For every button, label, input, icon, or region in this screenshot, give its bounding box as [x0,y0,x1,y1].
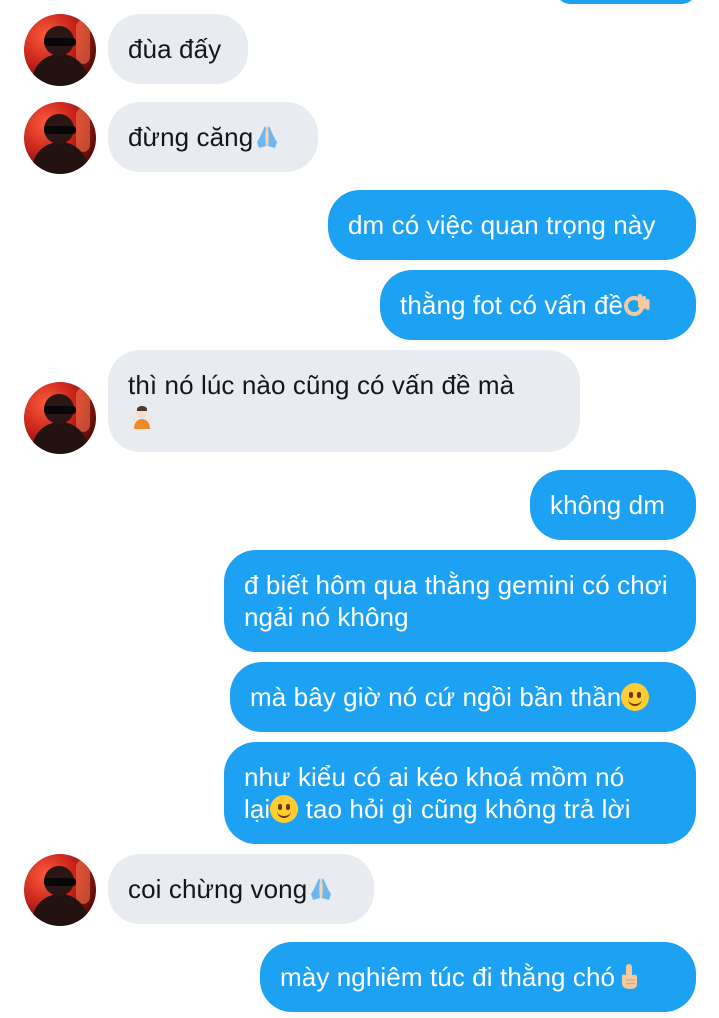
message-text: đùa đấy [128,34,222,64]
incoming-message-bubble[interactable]: thì nó lúc nào cũng có vấn đề mà [108,350,580,452]
contact-avatar[interactable] [24,102,96,174]
contact-avatar[interactable] [24,14,96,86]
message-text-line2-start: lại [244,794,271,824]
message-text: không dm [550,490,665,520]
folded-hands-icon [311,878,332,900]
outgoing-message-bubble[interactable]: mày nghiêm túc đi thằng chó [260,942,696,1012]
avatar-sunglasses [44,878,76,886]
index-pointing-up-icon [622,964,638,989]
contact-avatar[interactable] [24,854,96,926]
incoming-message-bubble[interactable]: coi chừng vong [108,854,374,924]
outgoing-message-bubble[interactable]: đ biết hôm qua thằng gemini có chơi ngải… [224,550,696,652]
message-text-line1: như kiểu có ai kéo khoá mồm nó [244,762,625,792]
message-text: thằng fot có vấn đề [400,290,624,320]
contact-avatar[interactable] [24,382,96,454]
avatar-sunglasses [44,38,76,46]
incoming-message-bubble[interactable]: đừng căng [108,102,318,172]
avatar-glow [76,388,90,432]
outgoing-message-bubble[interactable]: mà bây giờ nó cứ ngồi bần thần [230,662,696,732]
message-text: mày nghiêm túc đi thằng chó [280,962,616,992]
incoming-message-bubble[interactable]: đùa đấy [108,14,248,84]
ok-hand-icon [624,294,650,316]
avatar-sunglasses [44,126,76,134]
message-text: coi chừng vong [128,874,308,904]
avatar-sunglasses [44,406,76,414]
avatar-glow [76,20,90,64]
slightly-smiling-face-icon [621,683,650,711]
folded-hands-icon [257,126,278,148]
avatar-glow [76,860,90,904]
message-text: mà bây giờ nó cứ ngồi bần thần [250,682,622,712]
avatar-glow [76,108,90,152]
message-text: đừng căng [128,122,254,152]
message-text: dm có việc quan trọng này [348,210,656,240]
outgoing-message-bubble[interactable]: không dm [530,470,696,540]
previous-message-bubble[interactable] [556,0,696,4]
outgoing-message-bubble[interactable]: dm có việc quan trọng này [328,190,696,260]
message-text: đ biết hôm qua thằng gemini có chơi ngải… [244,570,668,632]
message-text-line2-end: tao hỏi gì cũng không trả lời [298,794,631,824]
outgoing-message-bubble[interactable]: như kiểu có ai kéo khoá mồm nó lại tao h… [224,742,696,844]
person-shrugging-icon [130,406,154,429]
slightly-smiling-face-icon [270,795,299,823]
outgoing-message-bubble[interactable]: thằng fot có vấn đề [380,270,696,340]
message-text: thì nó lúc nào cũng có vấn đề mà [128,370,515,400]
